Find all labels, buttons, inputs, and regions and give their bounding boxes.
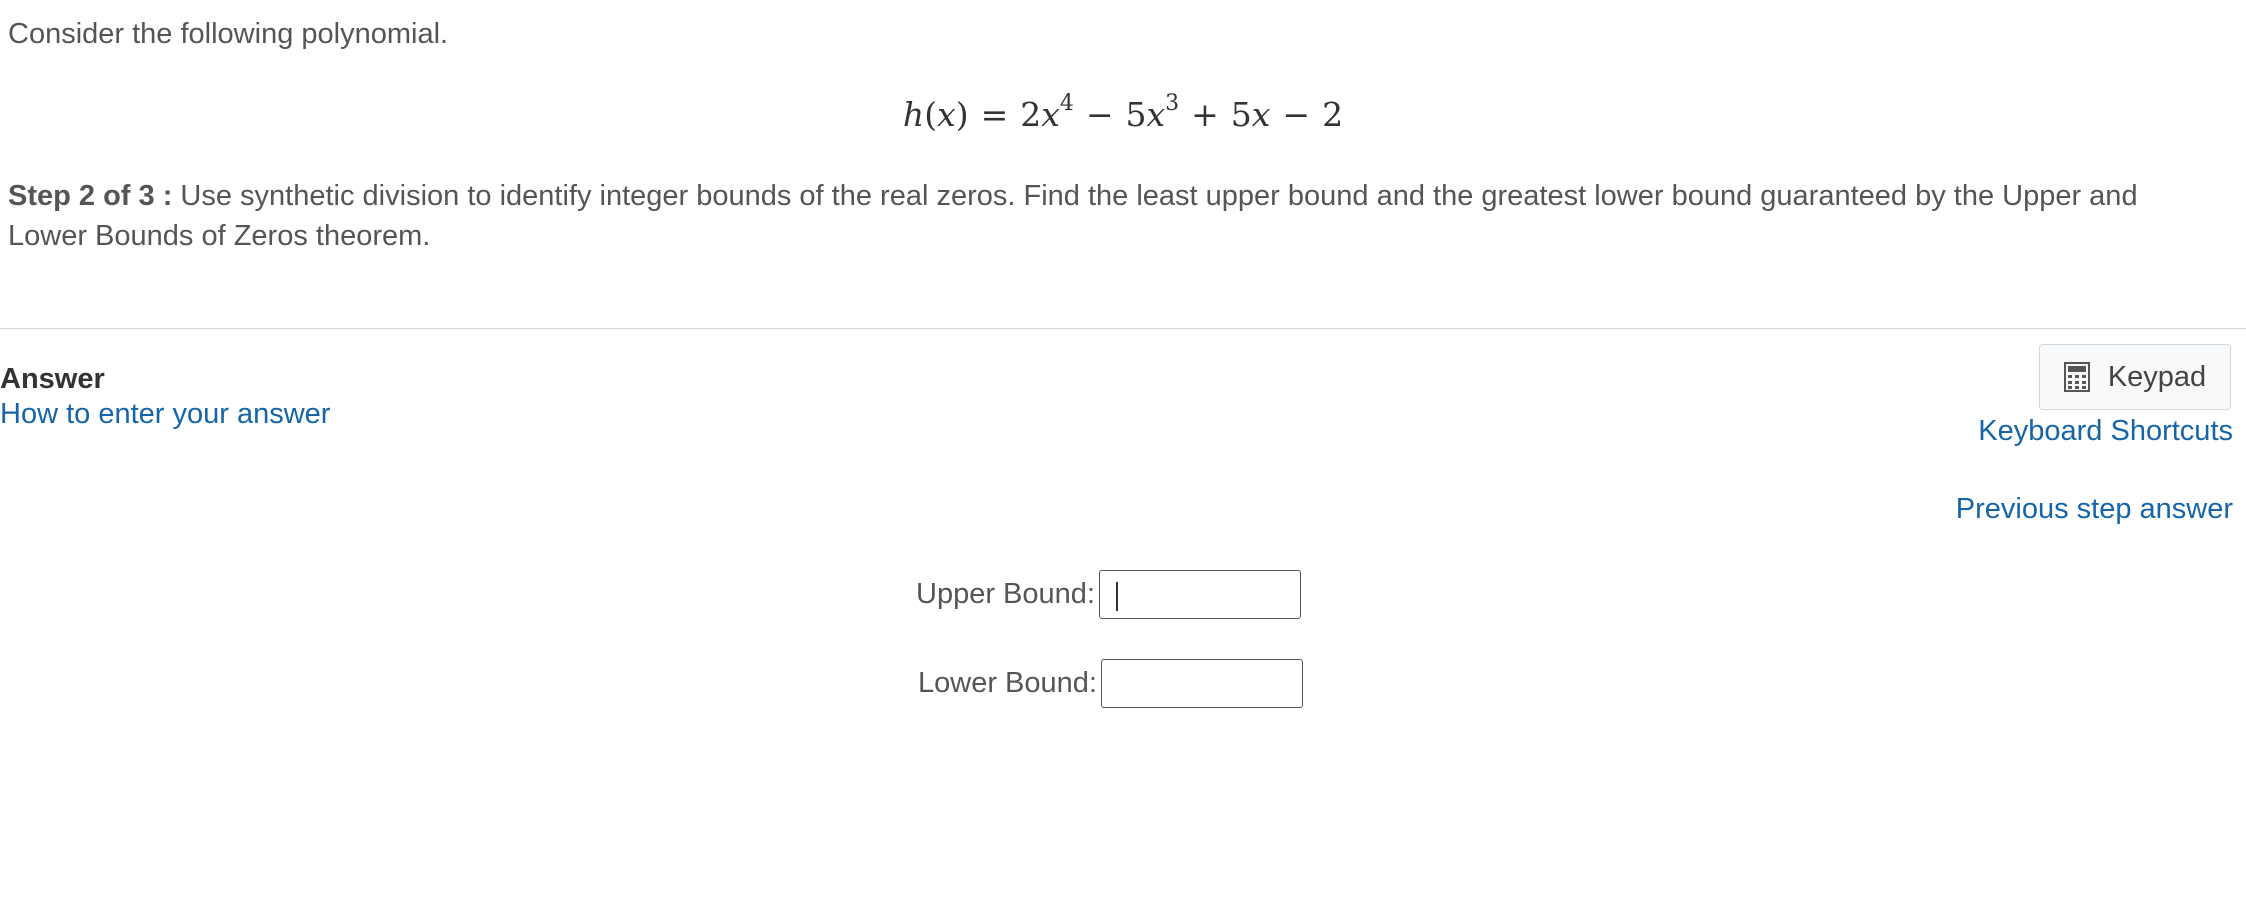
formula-term3-coef: 5 xyxy=(1230,95,1252,134)
formula-func-var: x xyxy=(937,95,956,134)
lower-bound-label: Lower Bound: xyxy=(918,667,1097,699)
section-divider xyxy=(0,328,2246,329)
formula-term3-var: x xyxy=(1251,95,1271,134)
formula-term4-const: 2 xyxy=(1322,95,1344,134)
lower-bound-input[interactable] xyxy=(1100,659,1303,708)
formula-term1-coef: 2 xyxy=(1020,95,1042,134)
lower-bound-row: Lower Bound: xyxy=(918,659,1303,708)
formula-term2-var: x xyxy=(1146,95,1166,134)
formula-term1-var: x xyxy=(1041,95,1060,134)
polynomial-formula: h(x) = 2x4−5x3 +5x −2 xyxy=(902,91,1344,135)
formula-equals: = xyxy=(980,95,1009,134)
calculator-icon xyxy=(2063,362,2090,392)
formula-term2-exp: 3 xyxy=(1165,91,1180,116)
step-label: Step 2 of 3 : xyxy=(8,180,173,212)
formula-term1-exp: 4 xyxy=(1059,91,1074,116)
keypad-button[interactable]: Keypad xyxy=(2039,344,2231,410)
text-caret xyxy=(1116,582,1118,611)
keyboard-shortcuts-link[interactable]: Keyboard Shortcuts xyxy=(1978,413,2233,449)
previous-step-answer-link[interactable]: Previous step answer xyxy=(1956,491,2233,527)
upper-bound-input[interactable] xyxy=(1098,570,1301,619)
formula-func-name: h xyxy=(902,95,925,134)
how-to-enter-answer-link[interactable]: How to enter your answer xyxy=(0,396,330,432)
upper-bound-row: Upper Bound: xyxy=(916,570,1301,619)
keypad-label: Keypad xyxy=(2107,360,2207,393)
answer-heading: Answer xyxy=(0,363,105,395)
formula-term2-coef: 5 xyxy=(1125,95,1147,134)
formula-op2: + xyxy=(1191,95,1219,134)
question-intro: Consider the following polynomial. xyxy=(8,18,449,50)
upper-bound-label: Upper Bound: xyxy=(916,578,1095,610)
step-text: Use synthetic division to identify integ… xyxy=(8,180,2138,252)
step-instructions: Step 2 of 3 : Use synthetic division to … xyxy=(8,176,2208,256)
formula-op3: − xyxy=(1282,95,1311,134)
formula-op1: − xyxy=(1085,95,1114,134)
